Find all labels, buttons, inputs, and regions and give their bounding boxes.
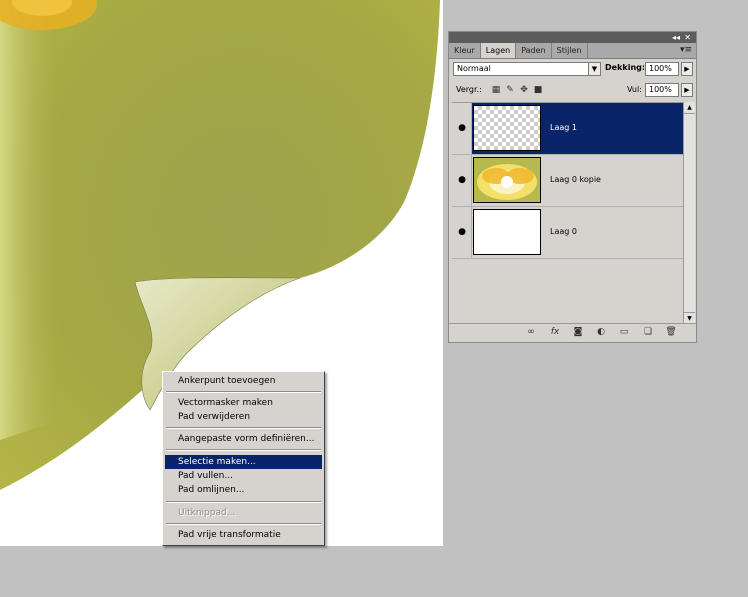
blend-row: Normaal ▼ Dekking: 100% ▶: [453, 62, 693, 78]
tab-paden[interactable]: Paden: [516, 43, 552, 58]
chevron-down-icon[interactable]: ▼: [588, 63, 600, 75]
fill-slider-button[interactable]: ▶: [681, 83, 693, 97]
folder-icon[interactable]: ▭: [618, 327, 630, 338]
lock-label: Vergr.:: [456, 85, 482, 94]
lock-row: Vergr.: ▦ ✎ ✥ ■ Vul: 100% ▶: [453, 83, 693, 99]
mask-icon[interactable]: ◙: [572, 327, 584, 338]
layer-row[interactable]: ● Laag 0: [452, 207, 683, 259]
blend-mode-value: Normaal: [457, 64, 491, 73]
menu-separator: [166, 449, 321, 451]
layer-row[interactable]: ● Laag 0 kopie: [452, 155, 683, 207]
menu-item-selectie-maken[interactable]: Selectie maken...: [165, 455, 322, 469]
panel-footer: ∞ fx ◙ ◐ ▭ ❏ 🗑: [449, 323, 696, 342]
menu-item-pad-omlijnen[interactable]: Pad omlijnen...: [165, 483, 322, 497]
lock-transparency-icon[interactable]: ▦: [491, 85, 501, 95]
menu-item-ankerpunt-toevoegen[interactable]: Ankerpunt toevoegen: [165, 374, 322, 388]
blend-mode-select[interactable]: Normaal ▼: [453, 62, 601, 76]
layer-row[interactable]: ● Laag 1: [452, 103, 683, 155]
tab-stijlen[interactable]: Stijlen: [552, 43, 588, 58]
opacity-label: Dekking:: [605, 63, 646, 72]
menu-item-pad-verwijderen[interactable]: Pad verwijderen: [165, 410, 322, 424]
menu-separator: [166, 501, 321, 503]
context-menu: Ankerpunt toevoegen Vectormasker maken P…: [162, 371, 325, 546]
lock-paint-icon[interactable]: ✎: [505, 85, 515, 95]
layer-thumbnail: [473, 105, 541, 151]
collapse-icon[interactable]: ◂◂: [672, 32, 680, 43]
menu-separator: [166, 427, 321, 429]
lock-all-icon[interactable]: ■: [533, 85, 543, 95]
close-icon[interactable]: ✕: [684, 32, 691, 43]
fx-icon[interactable]: fx: [549, 327, 561, 338]
visibility-cell[interactable]: ●: [452, 155, 472, 206]
opacity-slider-button[interactable]: ▶: [681, 62, 693, 76]
menu-separator: [166, 523, 321, 525]
eye-icon[interactable]: ●: [456, 226, 468, 238]
new-layer-icon[interactable]: ❏: [642, 327, 654, 338]
link-icon[interactable]: ∞: [525, 327, 537, 338]
eye-icon[interactable]: ●: [456, 122, 468, 134]
scroll-up-icon[interactable]: ▲: [684, 102, 695, 114]
tab-kleur[interactable]: Kleur: [449, 43, 481, 58]
fill-input[interactable]: 100%: [645, 83, 679, 97]
menu-item-uitknippad: Uitknippad...: [178, 508, 236, 518]
layer-name: Laag 0: [550, 227, 577, 236]
panel-title-bar: ◂◂ ✕: [449, 32, 696, 43]
panel-tabs: Kleur Lagen Paden Stijlen ▾≡: [449, 43, 696, 59]
menu-separator: [166, 391, 321, 393]
menu-item-pad-vrije-transformatie[interactable]: Pad vrije transformatie: [165, 528, 322, 542]
menu-item-vectormasker-maken[interactable]: Vectormasker maken: [165, 396, 322, 410]
fill-label: Vul:: [627, 85, 642, 94]
trash-icon[interactable]: 🗑: [665, 327, 677, 338]
layers-scrollbar[interactable]: ▲ ▼: [683, 102, 695, 324]
layer-name: Laag 0 kopie: [550, 175, 601, 184]
layers-panel: ◂◂ ✕ Kleur Lagen Paden Stijlen ▾≡ Normaa…: [448, 31, 697, 343]
opacity-input[interactable]: 100%: [645, 62, 679, 76]
layer-thumbnail: [473, 157, 541, 203]
tab-lagen[interactable]: Lagen: [480, 43, 517, 58]
layer-thumbnail: [473, 209, 541, 255]
visibility-cell[interactable]: ●: [452, 103, 472, 154]
panel-menu-icon[interactable]: ▾≡: [680, 43, 692, 58]
menu-item-pad-vullen[interactable]: Pad vullen...: [165, 469, 322, 483]
flower-thumbnail-image: [474, 158, 540, 202]
eye-icon[interactable]: ●: [456, 174, 468, 186]
adjustment-icon[interactable]: ◐: [595, 327, 607, 338]
visibility-cell[interactable]: ●: [452, 207, 472, 258]
lock-position-icon[interactable]: ✥: [519, 85, 529, 95]
layers-list: ● Laag 1 ● Laag 0 kopie ● Laag 0: [452, 102, 683, 325]
menu-item-aangepaste-vorm[interactable]: Aangepaste vorm definiëren...: [165, 432, 322, 446]
layer-name: Laag 1: [550, 123, 577, 132]
